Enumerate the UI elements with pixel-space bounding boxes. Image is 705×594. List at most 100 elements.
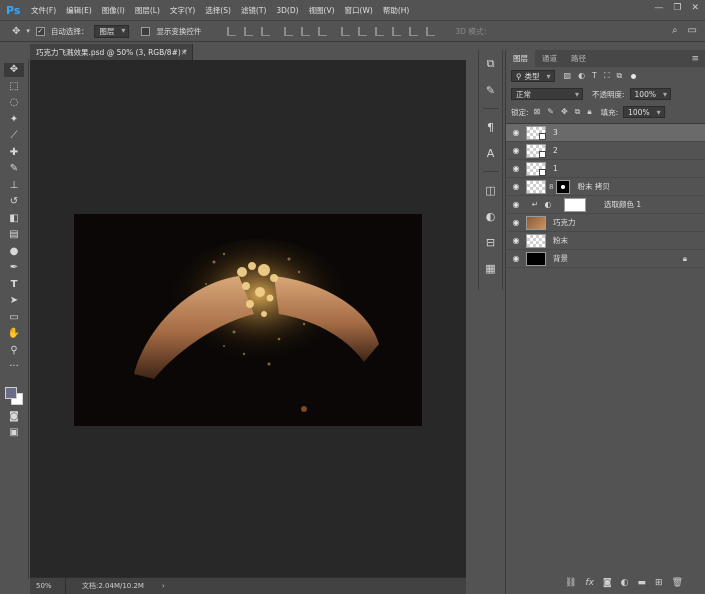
new-group-icon[interactable]: ▬	[638, 578, 647, 588]
align-left-icon[interactable]	[284, 26, 294, 36]
eye-icon[interactable]: ◉	[506, 178, 526, 195]
layer-name[interactable]: 1	[553, 164, 558, 173]
foreground-color-swatch[interactable]	[5, 386, 17, 399]
marquee-icon[interactable]: ⬚	[4, 80, 24, 94]
chevron-right-icon[interactable]: ›	[162, 582, 165, 590]
layer-filter-dropdown[interactable]: ⚲ 类型	[511, 70, 555, 82]
layer-name[interactable]: 背景	[553, 253, 568, 264]
healing-brush-icon[interactable]: ✚	[4, 146, 24, 160]
adjustment-filter-icon[interactable]: ◐	[578, 71, 585, 81]
image-filter-icon[interactable]: ▨	[564, 71, 572, 81]
eye-icon[interactable]: ◉	[506, 196, 526, 213]
shape-icon[interactable]: ▭	[4, 311, 24, 325]
distribute-bottom-icon[interactable]	[375, 26, 385, 36]
tab-channels[interactable]: 通道	[535, 50, 564, 67]
menu-view[interactable]: 视图(V)	[304, 5, 340, 16]
layer-name[interactable]: 巧克力	[553, 217, 576, 228]
move-tool-icon[interactable]: ✥	[12, 26, 20, 37]
layer-name[interactable]: 粉末 拷贝	[577, 181, 609, 192]
styles-icon[interactable]: ▦	[483, 260, 499, 276]
menu-window[interactable]: 窗口(W)	[340, 5, 378, 16]
color-swatches[interactable]	[3, 381, 25, 407]
document-canvas[interactable]	[74, 214, 422, 426]
fill-field[interactable]: 100%	[623, 106, 665, 118]
distribute-vcenter-icon[interactable]	[358, 26, 368, 36]
eraser-icon[interactable]: ◧	[4, 212, 24, 226]
gradient-icon[interactable]: ▤	[4, 228, 24, 242]
brush-icon[interactable]: ✎	[4, 162, 24, 176]
menu-help[interactable]: 帮助(H)	[378, 5, 415, 16]
lock-all-icon[interactable]: 🔒︎	[587, 107, 591, 117]
auto-select-checkbox[interactable]: ✓	[35, 26, 45, 36]
smart-object-filter-icon[interactable]: ⧉	[617, 71, 623, 81]
menu-filter[interactable]: 滤镜(T)	[236, 5, 271, 16]
eye-icon[interactable]: ◉	[506, 160, 526, 177]
align-bottom-icon[interactable]	[261, 26, 271, 36]
type-filter-icon[interactable]: T	[592, 71, 597, 81]
layer-row[interactable]: ◉ 巧克力	[506, 214, 705, 232]
document-tab[interactable]: 巧克力飞溅效果.psd @ 50% (3, RGB/8#) * ✕	[30, 44, 193, 60]
type-icon[interactable]: T	[4, 278, 24, 292]
quick-mask-icon[interactable]: ◙	[4, 410, 24, 424]
more-tools-icon[interactable]: ···	[4, 360, 24, 374]
magic-wand-icon[interactable]: ✦	[4, 113, 24, 127]
pen-icon[interactable]: ✒	[4, 261, 24, 275]
history-icon[interactable]: ⧉	[483, 56, 499, 72]
new-adjustment-icon[interactable]: ◐	[621, 578, 629, 588]
lock-transparent-icon[interactable]: ⊠	[534, 107, 541, 117]
chevron-down-icon[interactable]: ▾	[26, 27, 30, 35]
layer-row[interactable]: ◉ 1	[506, 160, 705, 178]
shape-filter-icon[interactable]: ⛶	[604, 71, 610, 81]
show-transform-checkbox[interactable]	[141, 26, 151, 36]
new-layer-icon[interactable]: ⊞	[655, 578, 663, 588]
blend-mode-dropdown[interactable]: 正常	[511, 88, 583, 100]
minimize-icon[interactable]: —	[654, 3, 663, 13]
zoom-level[interactable]: 50%	[30, 578, 66, 594]
libraries-icon[interactable]: ⊟	[483, 234, 499, 250]
lock-artboard-icon[interactable]: ⧉	[575, 107, 581, 117]
search-icon[interactable]: ⌕	[672, 25, 678, 36]
screen-mode-icon[interactable]: ▣	[4, 426, 24, 440]
canvas-area[interactable]	[30, 60, 466, 577]
align-vcenter-icon[interactable]	[244, 26, 254, 36]
add-mask-icon[interactable]: ◙	[603, 578, 612, 588]
layer-row[interactable]: ◉ 2	[506, 142, 705, 160]
tab-paths[interactable]: 路径	[564, 50, 593, 67]
distribute-top-icon[interactable]	[341, 26, 351, 36]
lock-pixels-icon[interactable]: ✎	[547, 107, 554, 117]
lasso-icon[interactable]: ◌	[4, 96, 24, 110]
distribute-left-icon[interactable]	[392, 26, 402, 36]
restore-icon[interactable]: ❐	[673, 3, 681, 13]
auto-select-dropdown[interactable]: 图层	[94, 24, 130, 38]
close-icon[interactable]: ✕	[691, 3, 699, 13]
align-top-icon[interactable]	[227, 26, 237, 36]
link-icon[interactable]: 8	[549, 183, 553, 191]
dodge-icon[interactable]: ●	[4, 245, 24, 259]
lock-position-icon[interactable]: ✥	[561, 107, 568, 117]
menu-edit[interactable]: 编辑(E)	[61, 5, 97, 16]
move-icon[interactable]: ✥	[4, 63, 24, 77]
adjustments-icon[interactable]: ◐	[483, 208, 499, 224]
layer-mask-thumbnail[interactable]	[556, 179, 571, 194]
align-hcenter-icon[interactable]	[301, 26, 311, 36]
character-icon[interactable]: A	[483, 145, 499, 161]
eye-icon[interactable]: ◉	[506, 250, 526, 267]
close-icon[interactable]: ✕	[181, 48, 187, 57]
stamp-icon[interactable]: ⊥	[4, 179, 24, 193]
align-right-icon[interactable]	[318, 26, 328, 36]
layer-mask-thumbnail[interactable]	[564, 197, 586, 212]
panel-menu-icon[interactable]: ≡	[691, 50, 705, 67]
fx-icon[interactable]: fx	[585, 578, 594, 588]
history-brush-icon[interactable]: ↺	[4, 195, 24, 209]
menu-select[interactable]: 选择(S)	[200, 5, 236, 16]
layer-row[interactable]: ◉ 3	[506, 124, 705, 142]
menu-type[interactable]: 文字(Y)	[165, 5, 200, 16]
tab-layers[interactable]: 图层	[506, 50, 535, 67]
path-selection-icon[interactable]: ➤	[4, 294, 24, 308]
layer-name[interactable]: 3	[553, 128, 558, 137]
menu-image[interactable]: 图像(I)	[97, 5, 130, 16]
opacity-field[interactable]: 100%	[629, 88, 671, 100]
layer-row[interactable]: ◉ 背景 🔒︎	[506, 250, 705, 268]
layer-name[interactable]: 粉末	[553, 235, 568, 246]
layer-row[interactable]: ◉ ↵ ◐ 选取颜色 1	[506, 196, 705, 214]
